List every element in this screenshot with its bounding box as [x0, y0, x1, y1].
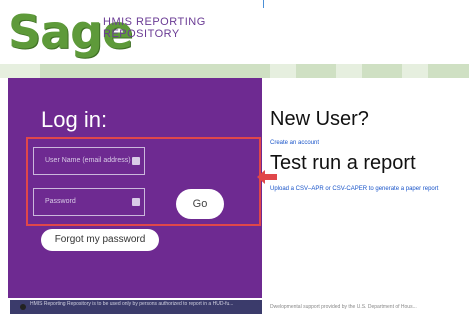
test-run-title: Test run a report	[270, 152, 416, 174]
login-title: Log in:	[41, 107, 108, 132]
upload-csv-link[interactable]: Upload a CSV–APR or CSV-CAPER to generat…	[270, 186, 438, 192]
footer-logo-icon	[20, 304, 26, 310]
logo-subtitle-line1: HMIS REPORTING	[103, 16, 206, 28]
new-user-title: New User?	[270, 108, 369, 130]
footer-left-text: HMIS Reporting Repository is to be used …	[30, 301, 234, 307]
highlight-box	[26, 137, 261, 226]
decorative-stripe	[0, 64, 469, 78]
go-button[interactable]: Go	[176, 189, 224, 219]
footer-right-text: Dwelopmental support provided by the U.S…	[270, 304, 417, 310]
logo-subtitle: HMIS REPORTING REPOSITORY	[103, 16, 206, 40]
create-account-link[interactable]: Create an account	[270, 140, 319, 146]
top-accent-line	[263, 0, 264, 8]
forgot-password-button[interactable]: Forgot my password	[41, 229, 159, 251]
logo-subtitle-line2: REPOSITORY	[103, 28, 180, 40]
